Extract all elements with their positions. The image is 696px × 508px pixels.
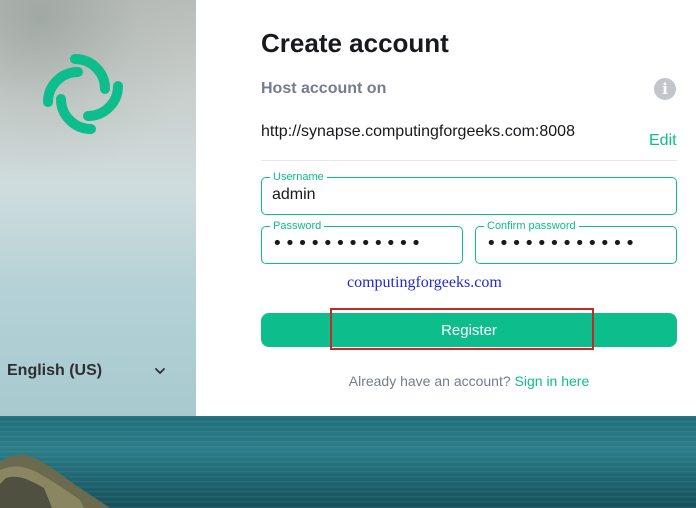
confirm-password-field[interactable]: Confirm password •••••••••••• — [475, 219, 677, 264]
username-value: admin — [272, 186, 316, 203]
watermark-text: computingforgeeks.com — [347, 274, 502, 291]
password-field[interactable]: Password •••••••••••• — [261, 219, 463, 264]
confirm-password-label: Confirm password — [484, 219, 579, 233]
highlight-annotation — [330, 308, 594, 350]
signin-prompt: Already have an account? Sign in here — [261, 373, 677, 389]
background-rock — [0, 454, 110, 508]
chevron-down-icon — [155, 368, 165, 374]
language-label: English (US) — [7, 362, 103, 379]
password-label: Password — [270, 219, 325, 233]
divider — [261, 160, 677, 161]
homeserver-url: http://synapse.computingforgeeks.com:800… — [261, 123, 575, 140]
registration-card: Create account Host account on i http://… — [196, 0, 696, 416]
signin-link[interactable]: Sign in here — [515, 373, 590, 389]
info-icon-glyph: i — [662, 80, 668, 98]
signin-prompt-text: Already have an account? — [348, 373, 515, 389]
info-icon[interactable]: i — [654, 78, 676, 100]
username-label: Username — [270, 170, 327, 184]
element-logo-icon — [43, 54, 123, 134]
page-title: Create account — [261, 28, 449, 58]
password-value: •••••••••••• — [272, 233, 424, 254]
host-account-label: Host account on — [261, 80, 387, 97]
edit-server-link[interactable]: Edit — [649, 132, 677, 150]
confirm-password-value: •••••••••••• — [486, 233, 638, 254]
username-field[interactable]: Username admin — [261, 170, 677, 215]
language-selector[interactable]: English (US) — [7, 360, 167, 382]
